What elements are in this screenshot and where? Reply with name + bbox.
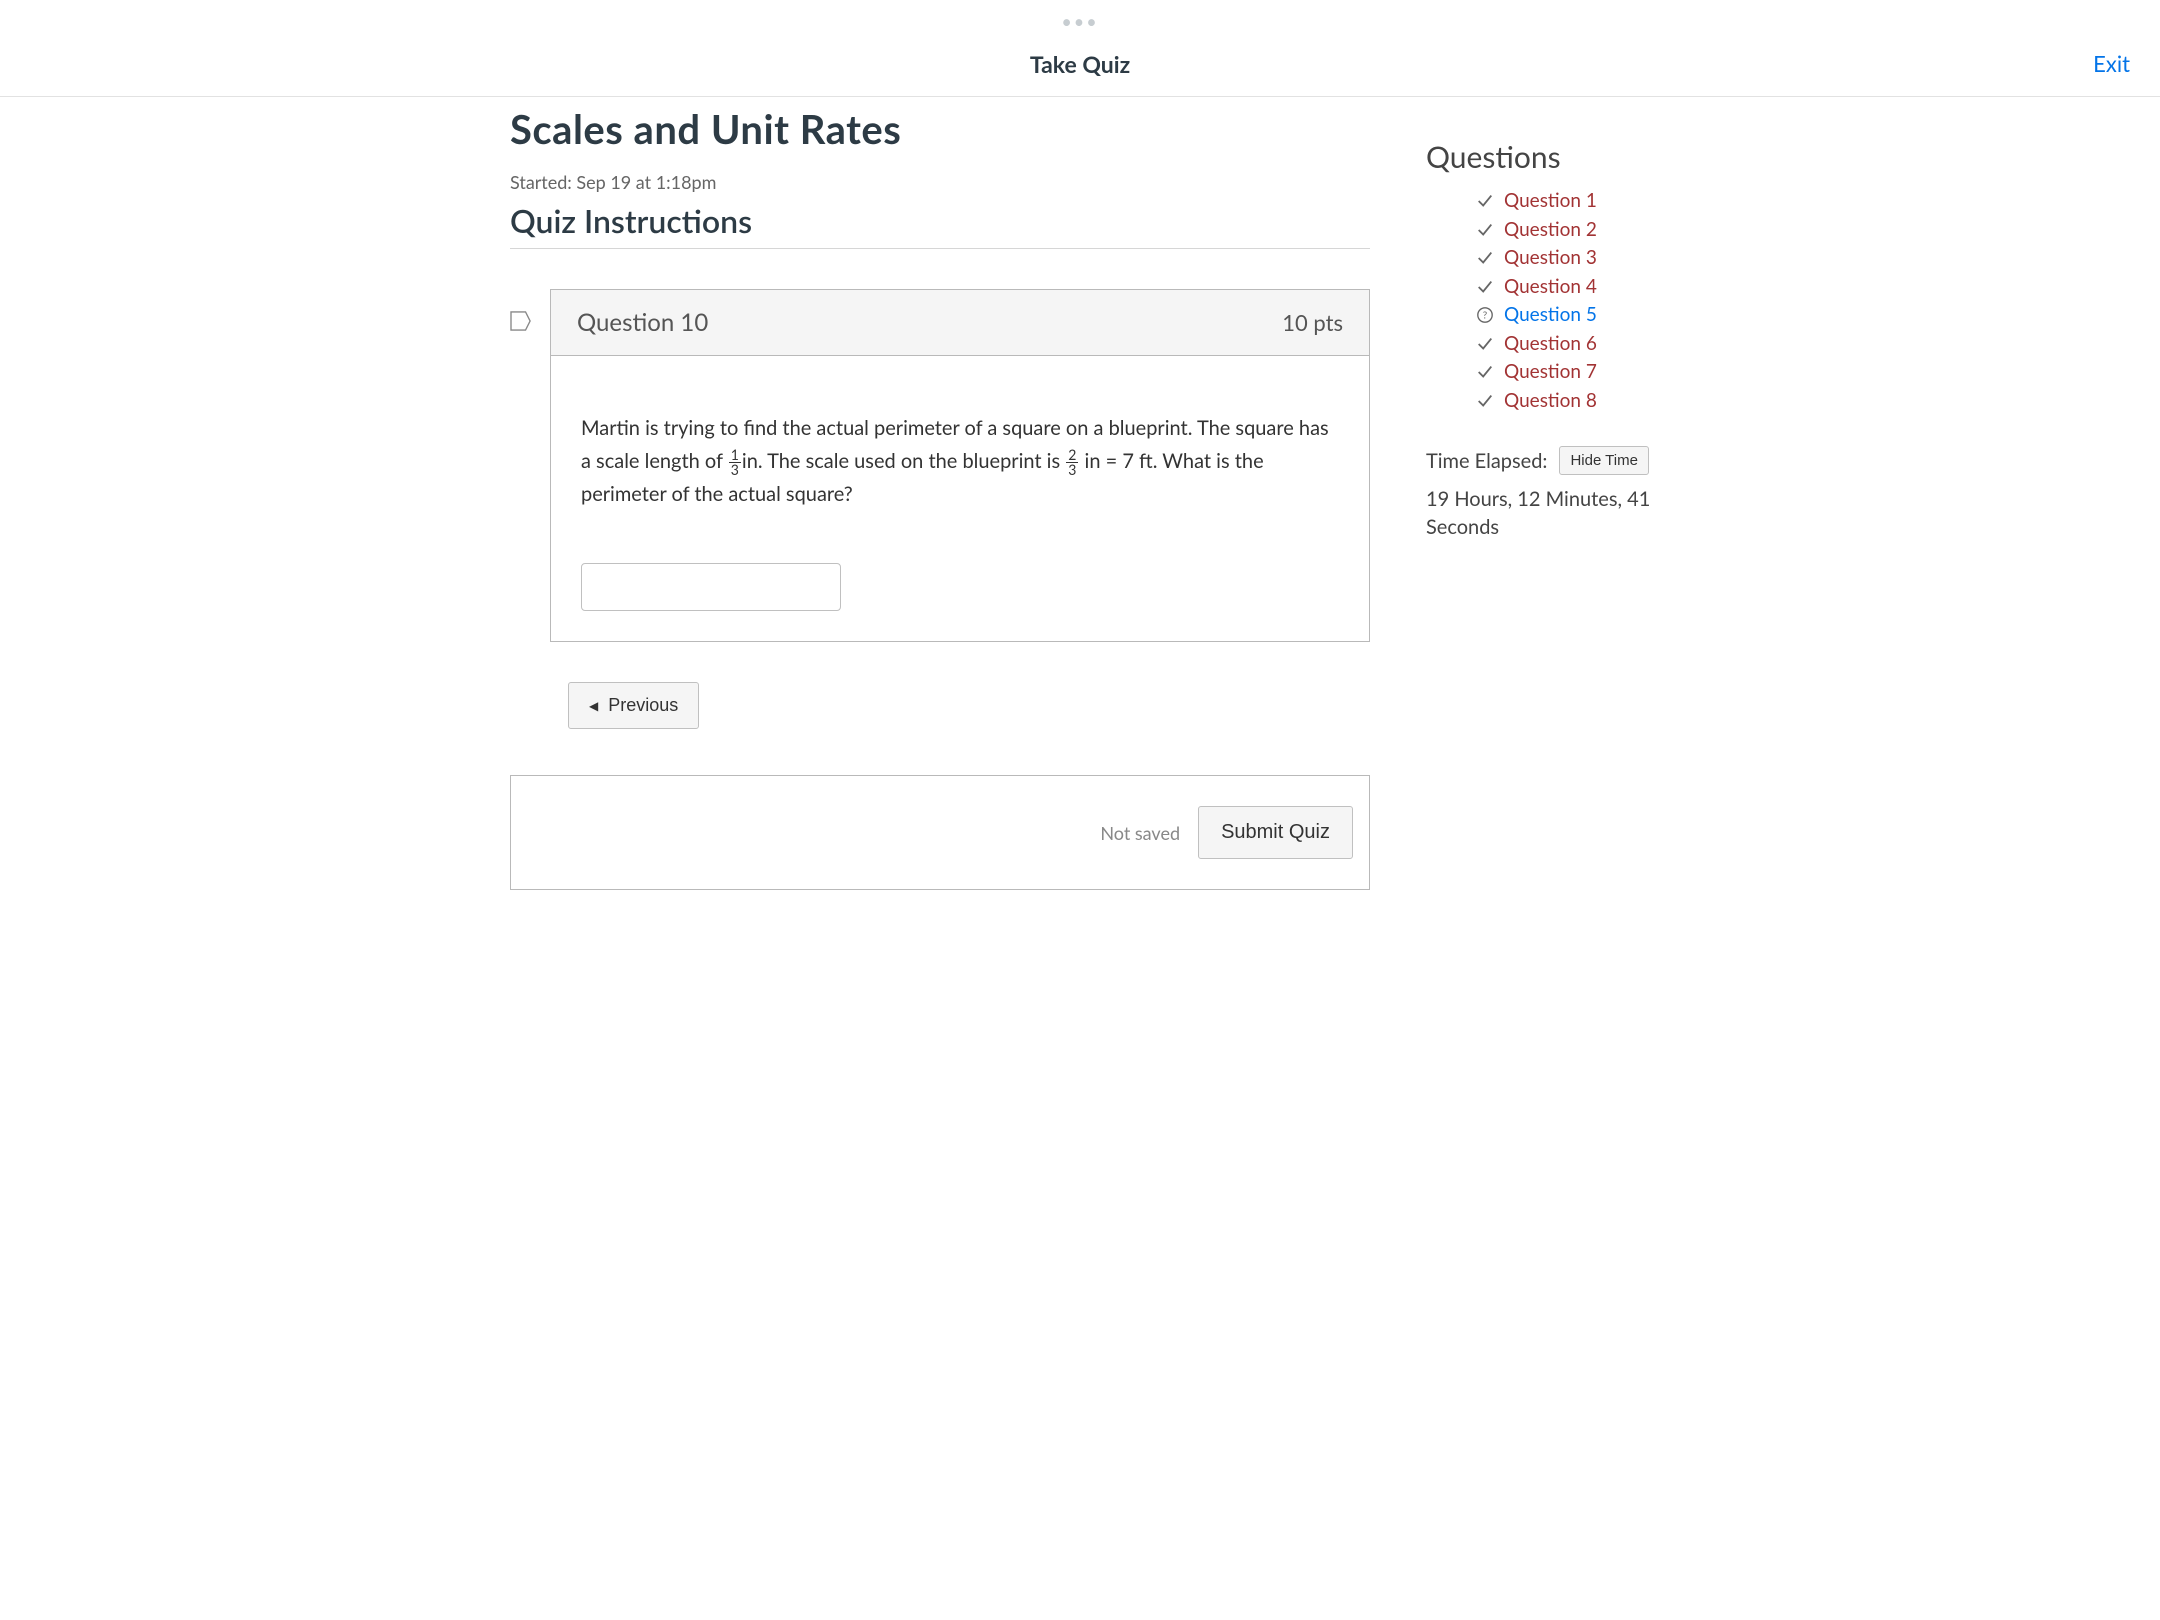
checkmark-icon — [1476, 363, 1494, 381]
question-nav-item[interactable]: Question 7 — [1476, 358, 1680, 387]
drag-handle-dots: ••• — [0, 0, 2160, 36]
question-nav-label: Question 3 — [1504, 244, 1597, 273]
quiz-title: Scales and Unit Rates — [510, 105, 1370, 153]
question-nav-item[interactable]: Question 4 — [1476, 273, 1680, 302]
question-points-label: 10 pts — [1282, 309, 1343, 336]
question-nav-item[interactable]: Question 1 — [1476, 187, 1680, 216]
question-nav-label: Question 2 — [1504, 216, 1597, 245]
question-card: Question 10 10 pts Martin is trying to f… — [550, 289, 1370, 642]
time-elapsed-label: Time Elapsed: — [1426, 449, 1547, 473]
hide-time-button[interactable]: Hide Time — [1559, 446, 1649, 475]
answer-input[interactable] — [581, 563, 841, 611]
question-nav-label: Question 1 — [1504, 187, 1597, 216]
checkmark-icon — [1476, 278, 1494, 296]
checkmark-icon — [1476, 192, 1494, 210]
checkmark-icon — [1476, 392, 1494, 410]
question-nav-item[interactable]: Question 6 — [1476, 330, 1680, 359]
fraction-display: 13 — [729, 448, 741, 477]
question-nav-item[interactable]: ? Question 5 — [1476, 301, 1680, 330]
question-nav-list: Question 1Question 2Question 3Question 4… — [1426, 187, 1680, 412]
question-text: Martin is trying to find the actual peri… — [581, 412, 1339, 511]
instructions-heading: Quiz Instructions — [510, 201, 1370, 249]
question-nav-label: Question 8 — [1504, 387, 1597, 413]
question-nav-item[interactable]: Question 2 — [1476, 216, 1680, 245]
question-header: Question 10 10 pts — [551, 290, 1369, 356]
svg-text:?: ? — [1483, 310, 1487, 322]
caret-left-icon: ◀ — [589, 699, 598, 713]
question-text-part: in. The scale used on the blueprint is — [742, 449, 1065, 473]
page-title: Take Quiz — [1030, 50, 1130, 78]
top-bar: Take Quiz Exit — [0, 36, 2160, 97]
question-nav-item[interactable]: Question 3 — [1476, 244, 1680, 273]
checkmark-icon — [1476, 335, 1494, 353]
save-status-label: Not saved — [1100, 822, 1180, 844]
question-unanswered-icon: ? — [1476, 306, 1494, 324]
time-elapsed-value: 19 Hours, 12 Minutes, 41 Seconds — [1426, 485, 1680, 541]
exit-link[interactable]: Exit — [2093, 50, 2130, 77]
question-number-label: Question 10 — [577, 308, 708, 337]
question-nav-label: Question 5 — [1504, 301, 1597, 330]
previous-button-label: Previous — [608, 695, 678, 716]
questions-sidebar-heading: Questions — [1426, 139, 1680, 175]
submit-panel: Not saved Submit Quiz — [510, 775, 1370, 890]
previous-button[interactable]: ◀ Previous — [568, 682, 699, 729]
flag-icon[interactable] — [510, 311, 532, 331]
checkmark-icon — [1476, 249, 1494, 267]
question-nav-label: Question 7 — [1504, 358, 1597, 387]
question-nav-item[interactable]: Question 8 — [1476, 387, 1680, 413]
submit-quiz-button[interactable]: Submit Quiz — [1198, 806, 1353, 859]
question-nav-label: Question 6 — [1504, 330, 1597, 359]
checkmark-icon — [1476, 221, 1494, 239]
question-nav-label: Question 4 — [1504, 273, 1597, 302]
fraction-display: 23 — [1066, 448, 1078, 477]
started-timestamp: Started: Sep 19 at 1:18pm — [510, 171, 1370, 193]
